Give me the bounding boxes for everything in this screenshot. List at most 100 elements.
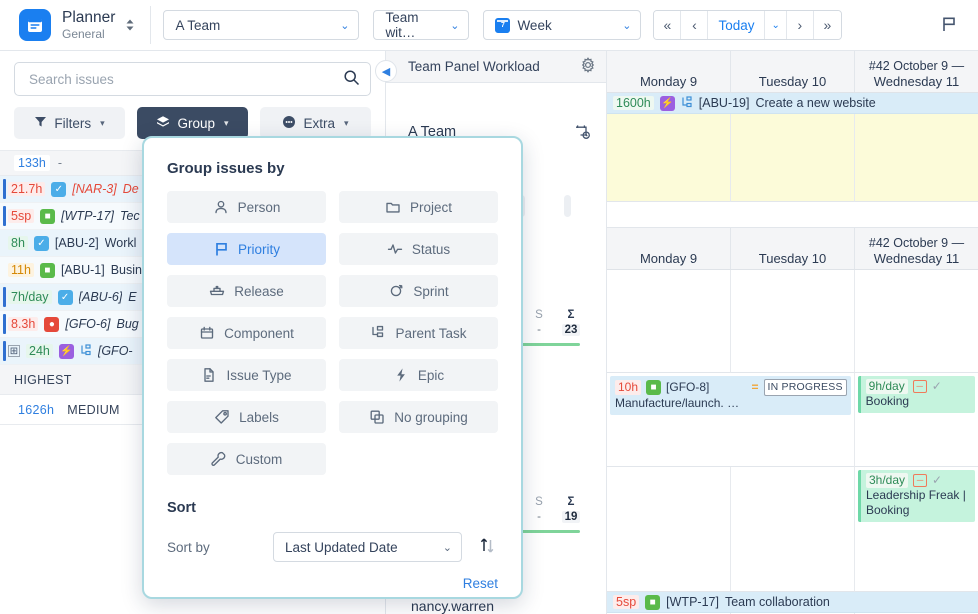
- group-option-issue-type[interactable]: Issue Type: [167, 359, 326, 391]
- group-option-no-grouping[interactable]: No grouping: [339, 401, 498, 433]
- search-icon[interactable]: [343, 69, 360, 89]
- group-option-sprint[interactable]: Sprint: [339, 275, 498, 307]
- calendar-event[interactable]: 10h ■ [GFO-8] = IN PROGRESS Manufacture/…: [610, 376, 851, 415]
- nav-next-button[interactable]: ›: [786, 11, 814, 39]
- priority-bar: [3, 314, 6, 334]
- calendar-cell[interactable]: 10h ■ [GFO-8] = IN PROGRESS Manufacture/…: [607, 373, 855, 467]
- group-option-labels[interactable]: Labels: [167, 401, 326, 433]
- calendar-day-header[interactable]: Tuesday 10: [731, 228, 855, 269]
- workload-col-value: -: [537, 511, 541, 523]
- scrollbar-stub[interactable]: [564, 195, 571, 217]
- parent-task-icon: [681, 95, 693, 111]
- epic-icon: ⚡: [659, 95, 675, 111]
- calendar-day-header[interactable]: Monday 9: [607, 228, 731, 269]
- calendar-cell[interactable]: [855, 270, 978, 373]
- event-key: [GFO-8]: [666, 380, 710, 394]
- calendar-cell[interactable]: [607, 270, 731, 373]
- verified-icon: ✓: [932, 473, 943, 487]
- calendar-day-header[interactable]: #42 October 9 — Wednesday 11: [855, 51, 978, 92]
- workload-col-header: S: [535, 309, 543, 321]
- search-input[interactable]: [27, 70, 343, 88]
- chevron-down-icon: ▾: [343, 117, 349, 128]
- chevron-left-icon[interactable]: ◀: [375, 60, 397, 82]
- reset-link[interactable]: Reset: [167, 576, 498, 591]
- calendar-day-header[interactable]: #42 October 9 — Wednesday 11: [855, 228, 978, 269]
- calendar-cell[interactable]: [731, 270, 855, 373]
- group-option-label: Project: [409, 199, 453, 215]
- extra-button[interactable]: Extra ▾: [260, 107, 371, 139]
- nav-today-dropdown[interactable]: ⌄: [765, 11, 787, 39]
- task-icon: ✓: [33, 235, 49, 251]
- status-badge: IN PROGRESS: [763, 379, 847, 396]
- calendar-cell[interactable]: [607, 114, 731, 202]
- group-option-priority[interactable]: Priority: [167, 233, 326, 265]
- calendar-cell[interactable]: [731, 467, 855, 592]
- nav-last-button[interactable]: »: [813, 11, 841, 39]
- filter-select[interactable]: Team wit… ⌄: [373, 10, 470, 40]
- nav-first-button[interactable]: «: [654, 11, 682, 39]
- period-select[interactable]: 7 Week ⌄: [483, 10, 642, 40]
- sort-by-select[interactable]: Last Updated Date ⌄: [273, 532, 462, 562]
- filters-button[interactable]: Filters ▾: [14, 107, 125, 139]
- nav-today-button[interactable]: Today: [708, 11, 766, 39]
- calendar-epic-bar[interactable]: 1600h ⚡ [ABU-19] Create a new website: [607, 93, 978, 114]
- event-estimate: 10h: [615, 380, 642, 395]
- workload-col-value: -: [537, 324, 541, 336]
- issue-estimate: 5sp: [8, 209, 35, 223]
- calendar-clock-icon[interactable]: [574, 123, 591, 144]
- calendar-row-highlight: [607, 114, 978, 202]
- group-option-epic[interactable]: Epic: [339, 359, 498, 391]
- calendar-event[interactable]: 9h/day ─ ✓ Booking: [857, 376, 975, 413]
- workload-col-header: S: [535, 496, 543, 508]
- gear-icon[interactable]: [580, 56, 596, 77]
- nav-prev-button[interactable]: ‹: [681, 11, 709, 39]
- team-select[interactable]: A Team ⌄: [163, 10, 360, 40]
- group-option-label: Status: [411, 241, 451, 257]
- up-down-chevron-icon[interactable]: [124, 16, 136, 34]
- extra-label: Extra: [303, 115, 335, 131]
- group-option-status[interactable]: Status: [339, 233, 498, 265]
- calendar-cell[interactable]: [731, 114, 855, 202]
- filter-select-value: Team wit…: [385, 10, 419, 40]
- day-label: Monday 9: [639, 251, 698, 266]
- group-option-project[interactable]: Project: [339, 191, 498, 223]
- group-options-grid: Person Project Priority Status Release Sprint…: [167, 191, 498, 475]
- sort-arrows-icon[interactable]: [476, 535, 498, 559]
- chevron-down-icon: ⌄: [622, 19, 632, 32]
- calendar-story-bar[interactable]: 5sp ■ [WTP-17] Team collaboration: [607, 592, 978, 613]
- calendar-cell[interactable]: 9h/day ─ ✓ Booking: [854, 373, 978, 467]
- calendar-cell[interactable]: 3h/day ─ ✓ Leadership Freak | Booking: [855, 467, 978, 592]
- story-icon: ■: [39, 262, 55, 278]
- calendar-icon: [19, 9, 51, 41]
- group-option-person[interactable]: Person: [167, 191, 326, 223]
- calendar-event[interactable]: 3h/day ─ ✓ Leadership Freak | Booking: [858, 470, 975, 522]
- group-option-parent-task[interactable]: Parent Task: [339, 317, 498, 349]
- app-logo-block[interactable]: Planner General: [0, 9, 136, 41]
- group-option-release[interactable]: Release: [167, 275, 326, 307]
- group-option-label: Person: [237, 199, 281, 215]
- doc-icon: ─: [912, 380, 927, 393]
- tag-icon: [214, 409, 230, 425]
- expand-toggle[interactable]: ⊞: [8, 345, 20, 357]
- flag-icon[interactable]: [940, 15, 958, 36]
- calendar-cell[interactable]: [855, 114, 978, 202]
- calendar-panel: Monday 9 Tuesday 10 #42 October 9 — Wedn…: [607, 51, 978, 614]
- divider: [150, 6, 152, 44]
- group-button[interactable]: Group ▾: [137, 107, 248, 139]
- story-title: Team collaboration: [724, 595, 830, 609]
- task-icon: ✓: [57, 289, 73, 305]
- period-select-value: Week: [517, 17, 552, 33]
- day-label: Tuesday 10: [758, 251, 827, 266]
- calendar-day-header[interactable]: Monday 9: [607, 51, 731, 92]
- event-title: Leadership Freak | Booking: [866, 488, 966, 517]
- issue-estimate: 8h: [8, 236, 28, 250]
- calendar-row: 10h ■ [GFO-8] = IN PROGRESS Manufacture/…: [607, 373, 978, 467]
- group-option-component[interactable]: Component: [167, 317, 326, 349]
- day-label: Tuesday 10: [758, 74, 827, 89]
- calendar-day-header[interactable]: Tuesday 10: [731, 51, 855, 92]
- chevron-down-icon: ⌄: [442, 541, 452, 554]
- search-box[interactable]: [14, 62, 371, 96]
- day-label: Wednesday 11: [873, 74, 960, 89]
- group-option-custom[interactable]: Custom: [167, 443, 326, 475]
- calendar-cell[interactable]: [607, 467, 731, 592]
